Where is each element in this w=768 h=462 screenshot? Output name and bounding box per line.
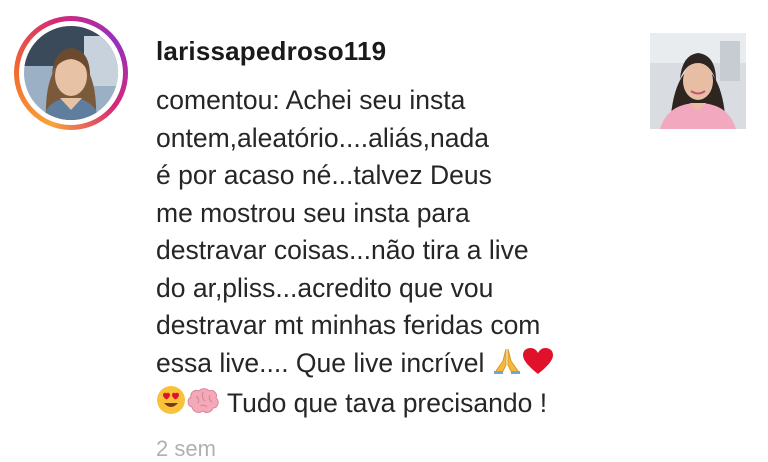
story-ring[interactable] (14, 16, 128, 130)
post-thumbnail[interactable] (650, 33, 746, 129)
user-avatar[interactable] (24, 26, 118, 120)
timestamp: 2 sem (156, 436, 216, 461)
comment-line: ontem,aleatório....aliás,nada (156, 122, 489, 153)
comment-line-emoji: Tudo que tava precisando ! (156, 385, 626, 426)
comment-line: Tudo que tava precisando ! (220, 388, 548, 418)
comment-line: é por acaso né...talvez Deus (156, 160, 492, 190)
comment-text: comentou: Achei seu insta ontem,aleatóri… (156, 82, 626, 426)
comment-line: comentou: Achei seu insta (156, 85, 466, 115)
post-thumbnail-icon (650, 33, 746, 129)
username-link[interactable]: larissapedroso119 (156, 36, 386, 67)
folded-hands-icon (492, 347, 522, 386)
comment-line: me mostrou seu insta para (156, 197, 470, 228)
heart-eyes-emoji-icon (156, 385, 186, 426)
brain-icon (186, 387, 220, 426)
comment-line: destravar coisas...não tira a live (156, 235, 529, 265)
comment-line: destravar mt minhas feridas com (156, 310, 541, 340)
comment-line-emoji: essa live.... Que live incrível (156, 345, 626, 386)
comment-line: do ar,pliss...acredito que vou (156, 272, 494, 303)
avatar-photo-icon (24, 26, 118, 120)
red-heart-icon (522, 347, 554, 386)
comment-notification[interactable]: larissapedroso119 comentou: Achei seu in… (0, 0, 768, 461)
comment-line: essa live.... Que live incrível (156, 347, 485, 378)
avatar-border (19, 21, 123, 125)
